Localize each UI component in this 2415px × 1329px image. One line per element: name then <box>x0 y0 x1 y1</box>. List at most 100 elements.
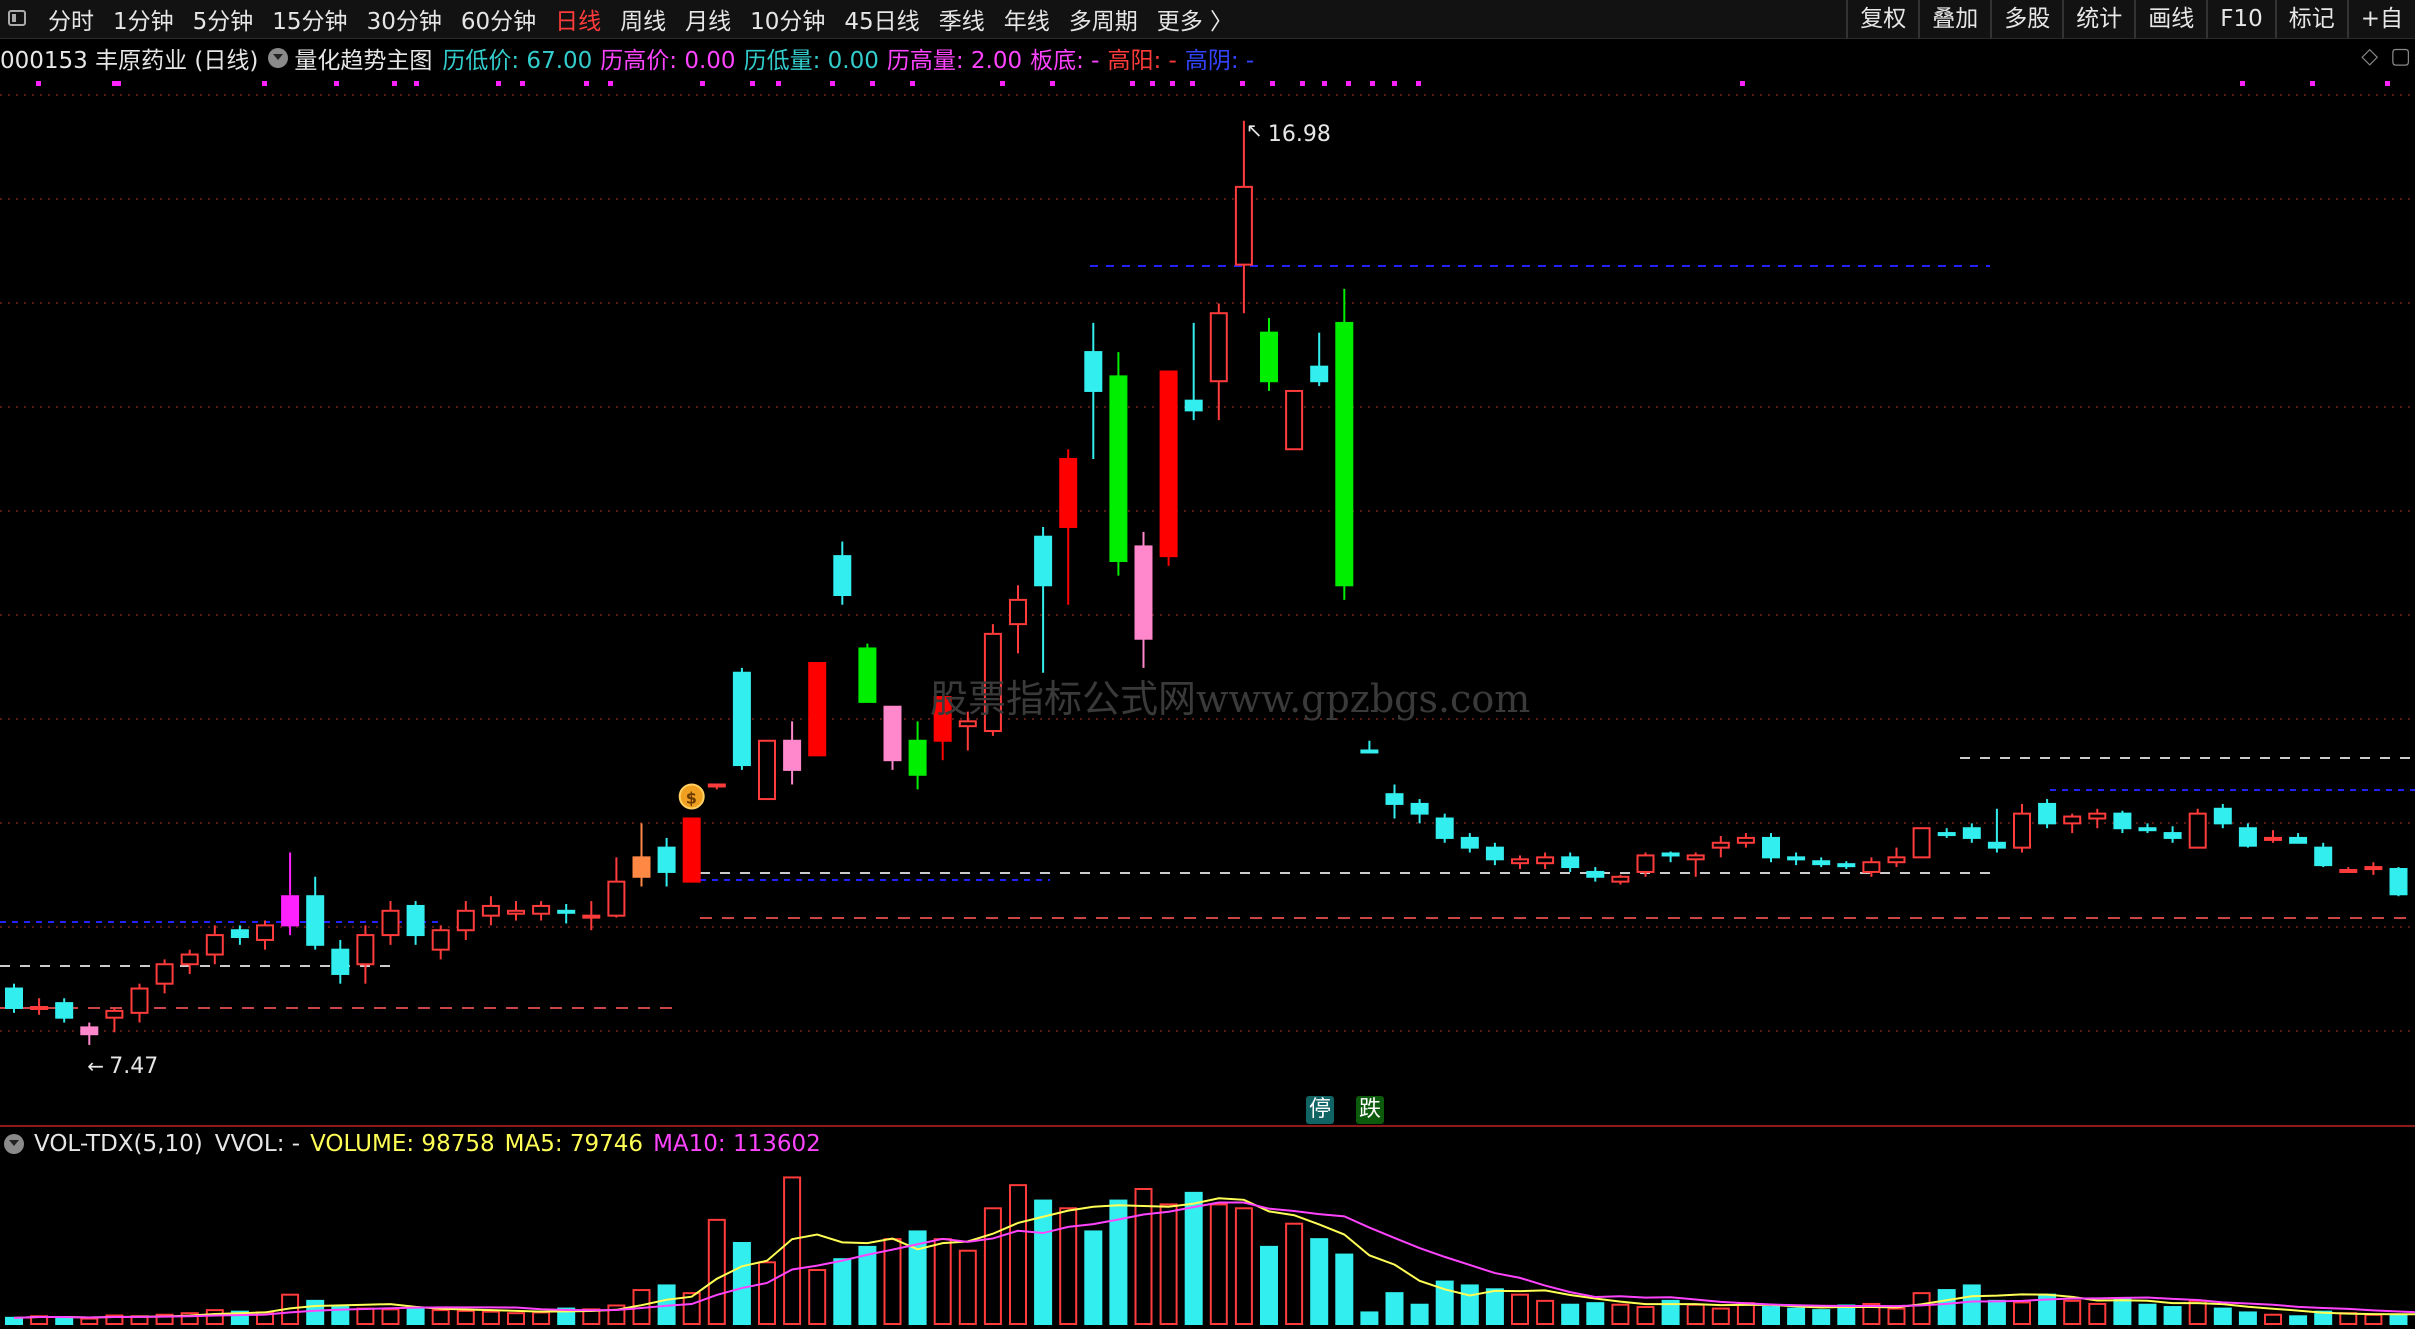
candle-body <box>1661 852 1680 857</box>
candle-body <box>1234 185 1253 266</box>
volume-bar <box>1159 1203 1178 1326</box>
down-tag: 跌 <box>1356 1096 1384 1124</box>
volume-bar <box>1611 1303 1630 1325</box>
vvol-value: VVOL: - <box>214 1131 301 1157</box>
candle-body <box>1962 827 1981 839</box>
volume-bar <box>1962 1284 1981 1326</box>
candle-body <box>2188 812 2207 849</box>
candle-body <box>406 904 425 937</box>
low-price-label: 7.47 <box>109 1054 158 1079</box>
volume-bar <box>2289 1315 2308 1326</box>
volume-bar <box>1310 1238 1329 1325</box>
volume-bar <box>2013 1301 2031 1326</box>
volume-bar <box>2113 1298 2132 1326</box>
candle-body <box>1310 365 1329 383</box>
candle-body <box>306 895 325 946</box>
signal-dot <box>1322 81 1327 86</box>
volume-bar <box>2213 1307 2232 1325</box>
signal-dot <box>1000 81 1005 86</box>
candle-body <box>205 934 224 956</box>
candle-body <box>481 904 500 917</box>
candle-body <box>1937 832 1956 837</box>
high-arrow-icon: ↖ <box>1246 118 1263 142</box>
signal-dot <box>334 81 339 86</box>
candle-body <box>657 846 676 873</box>
watermark: 股票指标公式网www.gpzbgs.com <box>930 677 1531 721</box>
volume-bar <box>1837 1304 1856 1326</box>
volume-bar <box>707 1218 726 1326</box>
candle-body <box>1611 875 1630 883</box>
signal-dot <box>36 81 41 86</box>
candle-body <box>55 1002 74 1019</box>
volume-bar <box>205 1309 224 1325</box>
signal-dot <box>496 81 501 86</box>
volume-bar <box>1937 1289 1956 1325</box>
signal-dot <box>1150 81 1155 86</box>
signal-dot <box>2240 81 2245 86</box>
volume-bar <box>758 1261 776 1326</box>
signal-dot <box>262 81 267 86</box>
candle-body <box>2163 832 2182 839</box>
volume-bar <box>431 1309 450 1325</box>
volume-bar <box>1912 1292 1931 1325</box>
volume-bar <box>1736 1302 1755 1325</box>
volume-bar <box>532 1311 551 1326</box>
volume-bar <box>1009 1184 1027 1325</box>
candle-body <box>1912 827 1931 859</box>
candle-body <box>833 555 852 597</box>
candle-body <box>1711 841 1730 849</box>
candle-body <box>2138 827 2157 832</box>
candle-body <box>1511 858 1529 865</box>
signal-dot <box>1300 81 1305 86</box>
signal-dot <box>116 81 121 86</box>
candle-body <box>230 929 249 939</box>
candle-body <box>1260 331 1278 383</box>
volume-bar <box>1485 1288 1504 1326</box>
volume-indicator-bar: VOL-TDX(5,10) VVOL: - VOLUME: 98758 MA5:… <box>0 1128 831 1160</box>
candle-body <box>2314 846 2333 867</box>
volume-bar <box>80 1317 99 1325</box>
candle-body <box>1360 749 1379 754</box>
candle-body <box>808 662 827 757</box>
signal-dot <box>910 81 915 86</box>
signal-dot <box>750 81 755 86</box>
volume-bar <box>1184 1191 1203 1326</box>
candle-body <box>381 909 400 937</box>
volume-bar <box>1887 1307 1906 1325</box>
candle-body <box>1736 836 1755 844</box>
candle-body <box>1159 370 1178 558</box>
candle-body <box>2289 836 2308 844</box>
volume-bar <box>2163 1306 2182 1325</box>
volume-bar <box>1711 1307 1730 1325</box>
candle-body <box>1435 817 1454 839</box>
candle-body <box>1762 836 1780 859</box>
candle-body <box>858 647 877 703</box>
volume-bar <box>356 1307 375 1325</box>
candle-body <box>1059 457 1078 528</box>
volume-bar <box>1511 1293 1529 1325</box>
volume-indicator-name[interactable]: VOL-TDX(5,10) <box>34 1131 203 1157</box>
signal-dot <box>1346 81 1351 86</box>
candle-body <box>1034 535 1053 587</box>
signal-dot <box>584 81 589 86</box>
candle-body <box>2264 836 2282 841</box>
candle-body <box>80 1026 99 1036</box>
candle-body <box>1837 863 1856 868</box>
signal-dot <box>520 81 525 86</box>
volume-bar <box>958 1249 977 1325</box>
volume-dropdown-icon[interactable] <box>4 1134 24 1154</box>
volume-bar <box>1787 1307 1806 1325</box>
candle-body <box>1586 870 1605 878</box>
candle-body <box>331 948 350 975</box>
volume-bar <box>1234 1207 1253 1326</box>
volume-bar <box>1536 1299 1555 1326</box>
candle-body <box>1209 312 1228 383</box>
candle-body <box>582 914 601 919</box>
candle-body <box>1410 802 1429 815</box>
candle-body <box>632 856 651 878</box>
signal-dot <box>870 81 875 86</box>
candle-body <box>2013 812 2031 849</box>
low-arrow-icon: ← <box>87 1054 104 1078</box>
signal-dot <box>1170 81 1175 86</box>
volume-bar <box>883 1238 902 1325</box>
